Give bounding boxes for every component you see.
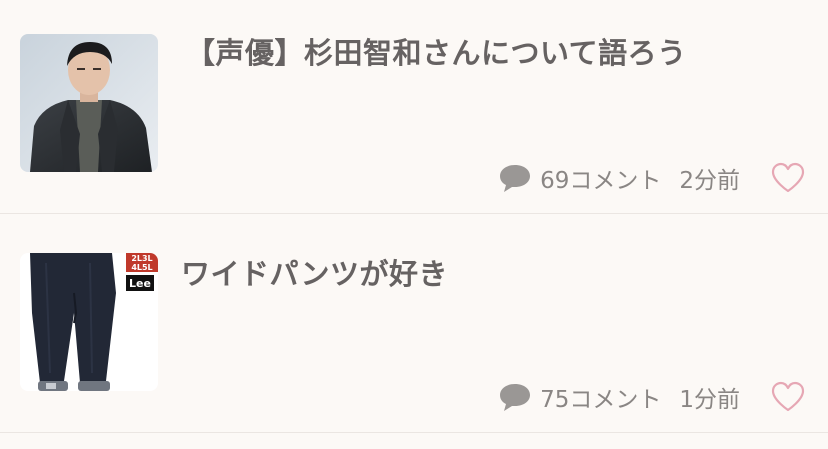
topic-thumbnail[interactable] xyxy=(20,34,158,172)
wide-pants-photo: 2L3L 4L5L Lee xyxy=(20,253,158,391)
time-ago: 1分前 xyxy=(679,387,740,413)
topic-row[interactable]: 【声優】杉田智和さんについて語ろう 69コメント 2分前 xyxy=(0,0,828,214)
speech-bubble-icon xyxy=(500,384,531,411)
badge-line-1: 2L3L xyxy=(131,254,152,263)
topic-meta: 75コメント 1分前 xyxy=(498,379,806,415)
heart-outline-icon[interactable] xyxy=(770,162,806,194)
badge-line-2: 4L5L xyxy=(131,263,152,272)
topic-thumbnail[interactable]: 2L3L 4L5L Lee xyxy=(20,253,158,391)
topic-title[interactable]: ワイドパンツが好き xyxy=(181,251,448,293)
topic-meta: 69コメント 2分前 xyxy=(498,160,806,196)
comment-count: 75コメント xyxy=(540,387,662,413)
man-in-jacket-photo xyxy=(20,34,158,172)
speech-bubble-icon xyxy=(500,165,531,192)
topic-list: 【声優】杉田智和さんについて語ろう 69コメント 2分前 2L3L 4L5L L… xyxy=(0,0,828,449)
time-ago: 2分前 xyxy=(679,168,740,194)
heart-outline-icon[interactable] xyxy=(770,381,806,413)
topic-title[interactable]: 【声優】杉田智和さんについて語ろう xyxy=(186,30,687,72)
brand-label: Lee xyxy=(129,277,151,290)
topic-row[interactable]: 2L3L 4L5L Lee ワイドパンツが好き 75コメント 1分前 xyxy=(0,219,828,433)
comment-count: 69コメント xyxy=(540,168,662,194)
